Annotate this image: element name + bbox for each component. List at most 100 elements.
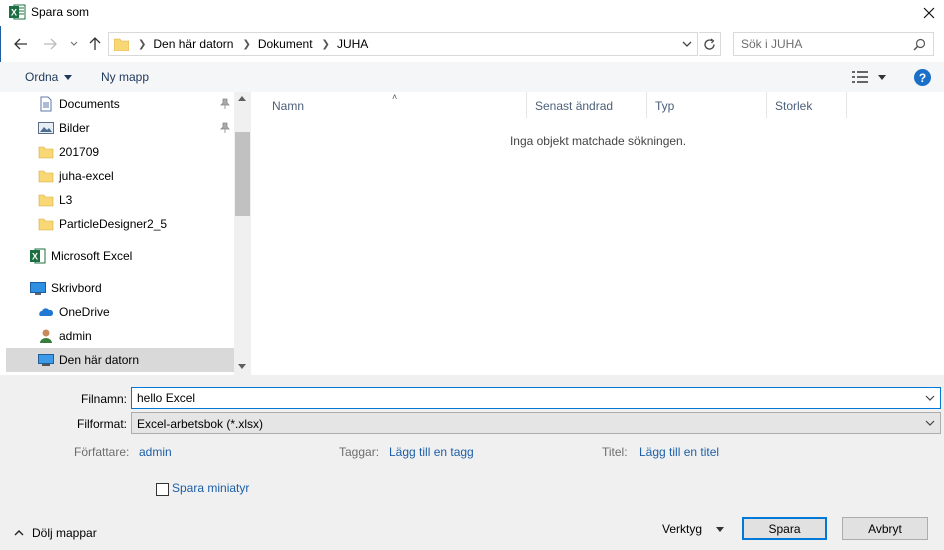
breadcrumb-separator: ❯: [321, 38, 330, 50]
nav-item-label: admin: [59, 329, 92, 343]
forward-button[interactable]: [40, 34, 60, 54]
new-folder-button[interactable]: Ny mapp: [101, 70, 149, 84]
nav-item-label: Skrivbord: [51, 281, 102, 295]
breadcrumb-documents[interactable]: Dokument: [258, 37, 313, 51]
breadcrumb-this-pc[interactable]: Den här datorn: [153, 37, 233, 51]
nav-item-folder-l3[interactable]: L3: [6, 188, 234, 212]
breadcrumb-separator: ❯: [242, 38, 251, 50]
folder-icon: [38, 194, 54, 207]
save-thumbnail-label[interactable]: Spara miniatyr: [172, 481, 249, 495]
format-select[interactable]: Excel-arbetsbok (*.xlsx): [131, 412, 941, 434]
search-input[interactable]: [741, 33, 911, 55]
hide-folders-label: Dölj mappar: [32, 526, 97, 540]
arrow-left-icon: [14, 38, 27, 50]
help-button[interactable]: ?: [914, 69, 931, 86]
breadcrumb-juha[interactable]: JUHA: [337, 37, 368, 51]
nav-item-label: Bilder: [59, 121, 90, 135]
tools-label: Verktyg: [662, 522, 703, 536]
nav-item-label: Microsoft Excel: [51, 249, 133, 263]
pin-icon[interactable]: [220, 122, 230, 133]
organize-label: Ordna: [25, 70, 59, 84]
folder-icon: [114, 38, 129, 51]
author-value[interactable]: admin: [139, 445, 172, 459]
save-button[interactable]: Spara: [742, 517, 827, 540]
nav-item-folder-201709[interactable]: 201709: [6, 140, 234, 164]
format-select-value: Excel-arbetsbok (*.xlsx): [137, 417, 264, 431]
cancel-button[interactable]: Avbryt: [842, 517, 928, 540]
nav-item-this-pc[interactable]: Den här datorn: [6, 348, 234, 372]
nav-item-microsoft-excel[interactable]: X Microsoft Excel: [6, 244, 234, 268]
caret-down-icon: [716, 527, 725, 533]
filename-label: Filnamn:: [80, 392, 127, 406]
view-details-icon[interactable]: [852, 71, 868, 83]
caret-down-icon: [64, 75, 73, 81]
view-options-caret-icon[interactable]: [878, 75, 886, 80]
title-value[interactable]: Lägg till en titel: [639, 445, 719, 459]
arrow-up-icon: [89, 37, 101, 50]
nav-item-admin[interactable]: admin: [6, 324, 234, 348]
nav-item-label: L3: [59, 193, 73, 207]
column-header-modified[interactable]: Senast ändrad: [527, 92, 647, 118]
nav-item-label: 201709: [59, 145, 100, 159]
scroll-up-icon[interactable]: [238, 96, 246, 101]
scroll-thumb[interactable]: [235, 132, 250, 216]
recent-locations-button[interactable]: [64, 34, 84, 54]
nav-item-pictures[interactable]: Bilder: [6, 116, 234, 140]
filename-input[interactable]: [137, 388, 917, 408]
filename-field[interactable]: [131, 387, 941, 409]
save-options-panel: Filnamn: Filformat: Excel-arbetsbok (*.x…: [0, 375, 944, 550]
nav-item-onedrive[interactable]: OneDrive: [6, 300, 234, 324]
tags-value[interactable]: Lägg till en tagg: [389, 445, 474, 459]
user-icon: [40, 329, 52, 343]
title-label: Titel:: [602, 445, 628, 459]
empty-state-message: Inga objekt matchade sökningen.: [509, 134, 687, 148]
computer-icon: [38, 354, 54, 366]
chevron-down-icon[interactable]: [925, 394, 935, 402]
chevron-down-icon: [925, 420, 935, 426]
folder-icon: [38, 146, 54, 159]
author-label: Författare:: [74, 445, 130, 459]
nav-item-folder-particledesigner[interactable]: ParticleDesigner2_5: [6, 212, 234, 236]
save-thumbnail-checkbox[interactable]: [156, 483, 169, 496]
chevron-down-icon: [70, 41, 78, 46]
tags-label: Taggar:: [339, 445, 380, 459]
nav-item-folder-juha-excel[interactable]: juha-excel: [6, 164, 234, 188]
close-button[interactable]: [914, 0, 944, 26]
command-bar: Ordna Ny mapp ?: [0, 62, 944, 92]
search-box[interactable]: [733, 32, 934, 56]
window-title: Spara som: [31, 5, 90, 19]
hide-folders-button[interactable]: Dölj mappar: [14, 526, 97, 540]
file-list: ˄ Namn Senast ändrad Typ Storlek Inga ob…: [252, 92, 944, 375]
nav-scrollbar[interactable]: [234, 92, 251, 375]
organize-button[interactable]: Ordna: [25, 70, 73, 84]
column-header-name[interactable]: Namn: [264, 92, 527, 118]
up-button[interactable]: [85, 34, 105, 54]
nav-item-documents[interactable]: Documents: [6, 92, 234, 116]
nav-item-label: ParticleDesigner2_5: [59, 217, 168, 231]
help-icon: ?: [918, 70, 927, 85]
column-header-size[interactable]: Storlek: [767, 92, 847, 118]
title-bar: X Spara som: [0, 0, 944, 26]
nav-item-label: Documents: [59, 97, 120, 111]
nav-item-label: OneDrive: [59, 305, 110, 319]
onedrive-icon: [39, 308, 54, 316]
chevron-down-icon[interactable]: [681, 38, 693, 50]
folder-icon: [38, 170, 54, 183]
breadcrumb-separator: ❯: [138, 38, 147, 50]
svg-text:X: X: [11, 8, 17, 18]
address-row: ❯ Den här datorn ❯ Dokument ❯ JUHA: [0, 30, 944, 58]
nav-item-label: Den här datorn: [59, 353, 140, 367]
nav-item-desktop[interactable]: Skrivbord: [6, 276, 234, 300]
tools-dropdown[interactable]: Verktyg: [662, 522, 725, 536]
documents-icon: [40, 96, 52, 112]
excel-icon: X: [30, 248, 46, 264]
scroll-down-icon[interactable]: [238, 364, 246, 369]
back-button[interactable]: [11, 34, 31, 54]
address-bar[interactable]: ❯ Den här datorn ❯ Dokument ❯ JUHA: [108, 32, 698, 56]
desktop-icon: [30, 282, 46, 295]
pin-icon[interactable]: [220, 98, 230, 109]
column-header-type[interactable]: Typ: [647, 92, 767, 118]
close-icon: [923, 7, 935, 19]
refresh-button[interactable]: [699, 32, 721, 56]
excel-app-icon: X: [9, 4, 26, 20]
